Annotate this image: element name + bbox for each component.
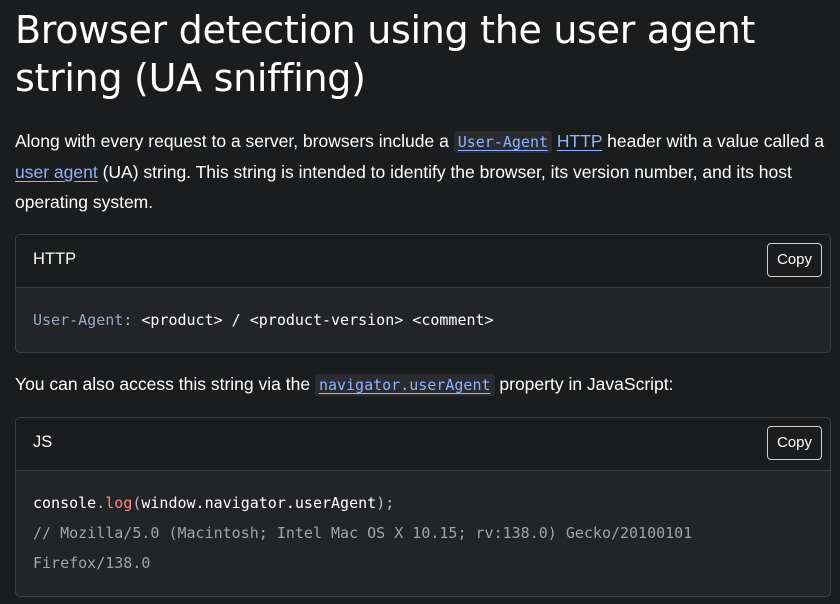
js-code-block: JS Copy console.log(window.navigator.use… bbox=[15, 417, 831, 597]
js-console-object: console bbox=[33, 494, 97, 512]
js-code-header: JS Copy bbox=[16, 418, 830, 471]
navigator-paragraph: You can also access this string via the … bbox=[15, 369, 825, 400]
http-header-name: User-Agent bbox=[33, 311, 124, 329]
js-dot: . bbox=[96, 494, 106, 512]
js-comment-line-1: // Mozilla/5.0 (Macintosh; Intel Mac OS … bbox=[33, 524, 693, 542]
js-code-language: JS bbox=[33, 433, 53, 451]
js-close-paren: ); bbox=[376, 494, 395, 512]
http-code-header: HTTP Copy bbox=[16, 235, 830, 288]
navigator-text-1: You can also access this string via the bbox=[15, 374, 315, 394]
http-code-block: HTTP Copy User-Agent: <product> / <produ… bbox=[15, 234, 831, 353]
js-log-function: log bbox=[105, 494, 133, 512]
intro-paragraph: Along with every request to a server, br… bbox=[15, 126, 825, 217]
js-comment-line-2: Firefox/138.0 bbox=[33, 554, 151, 572]
intro-text-3: (UA) string. This string is intended to … bbox=[15, 162, 792, 212]
intro-text-2: header with a value called a bbox=[602, 131, 825, 151]
js-code-content: console.log(window.navigator.userAgent);… bbox=[16, 471, 830, 595]
js-copy-button[interactable]: Copy bbox=[766, 426, 822, 460]
user-agent-code-link[interactable]: User-Agent bbox=[453, 131, 553, 153]
page-title: Browser detection using the user agent s… bbox=[15, 8, 756, 100]
navigator-text-2: property in JavaScript: bbox=[494, 374, 674, 394]
navigator-useragent-code-link[interactable]: navigator.userAgent bbox=[314, 374, 495, 396]
http-copy-button[interactable]: Copy bbox=[766, 243, 822, 277]
http-link[interactable]: HTTP bbox=[557, 131, 602, 151]
intro-text-1: Along with every request to a server, br… bbox=[15, 131, 454, 151]
user-agent-link[interactable]: user agent bbox=[15, 162, 98, 182]
js-arguments: window.navigator.userAgent bbox=[141, 494, 377, 512]
http-colon: : bbox=[123, 311, 133, 329]
http-header-value: <product> / <product-version> <comment> bbox=[132, 311, 494, 329]
http-code-language: HTTP bbox=[33, 250, 77, 268]
http-code-content: User-Agent: <product> / <product-version… bbox=[16, 288, 830, 352]
